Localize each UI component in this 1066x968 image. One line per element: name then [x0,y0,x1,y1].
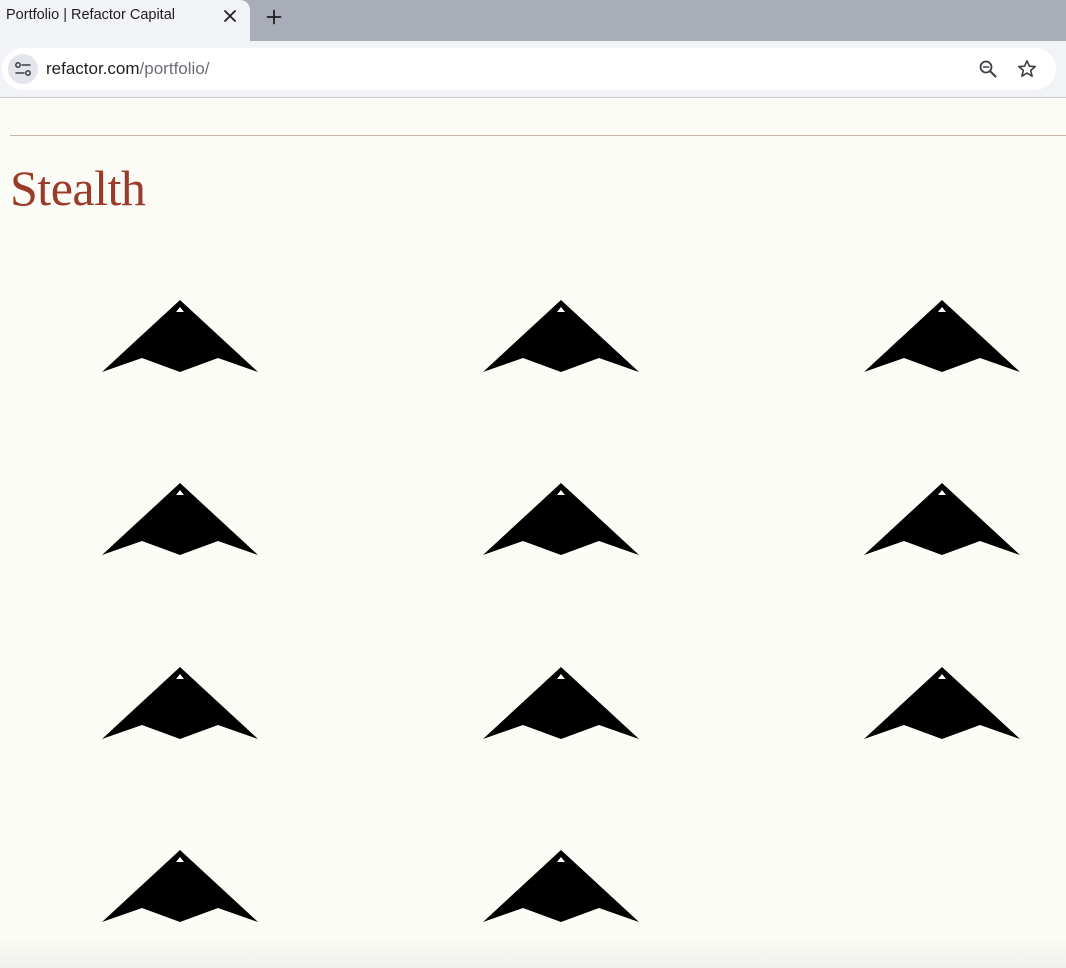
stealth-bomber-icon [483,300,639,372]
stealth-bomber-icon [864,300,1020,372]
portfolio-company-logo[interactable] [864,667,1020,739]
bottom-edge [0,938,1066,968]
tab-title: Portfolio | Refactor Capital [6,7,175,23]
zoom-out-icon[interactable] [976,57,1000,81]
stealth-bomber-icon [102,483,258,555]
portfolio-company-logo[interactable] [864,483,1020,555]
portfolio-company-logo[interactable] [102,483,258,555]
portfolio-company-logo[interactable] [864,300,1020,372]
plus-icon[interactable] [263,6,285,28]
stealth-bomber-icon [102,300,258,372]
portfolio-company-logo[interactable] [102,300,258,372]
section-title: Stealth [10,160,146,216]
tab-portfolio[interactable]: Portfolio | Refactor Capital [0,0,250,41]
address-bar[interactable]: refactor.com/portfolio/ [2,48,1056,90]
portfolio-company-logo[interactable] [102,850,258,922]
portfolio-company-logo[interactable] [483,850,639,922]
tab-strip: Portfolio | Refactor Capital [0,0,1066,41]
section-divider [10,135,1066,136]
url-host: refactor.com [46,59,140,78]
stealth-bomber-icon [864,483,1020,555]
stealth-bomber-icon [102,850,258,922]
portfolio-company-logo[interactable] [102,667,258,739]
tune-icon[interactable] [8,54,38,84]
url-text[interactable]: refactor.com/portfolio/ [46,59,209,79]
portfolio-company-logo[interactable] [483,667,639,739]
stealth-bomber-icon [483,850,639,922]
portfolio-company-logo[interactable] [483,300,639,372]
browser-toolbar: refactor.com/portfolio/ [0,41,1066,98]
url-path: /portfolio/ [139,59,210,78]
page-content: Stealth [0,98,1066,968]
stealth-bomber-icon [102,667,258,739]
stealth-bomber-icon [864,667,1020,739]
stealth-bomber-icon [483,483,639,555]
close-icon[interactable] [220,6,240,26]
portfolio-company-logo[interactable] [483,483,639,555]
star-icon[interactable] [1015,57,1039,81]
stealth-bomber-icon [483,667,639,739]
